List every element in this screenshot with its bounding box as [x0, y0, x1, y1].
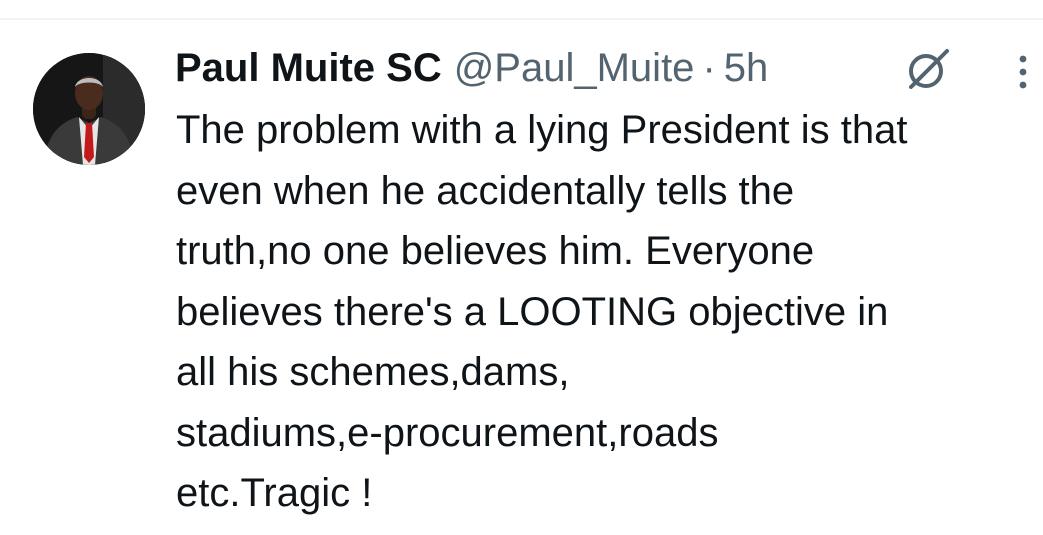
display-name[interactable]: Paul Muite SC	[175, 42, 442, 94]
tweet-text-line: truth,no one believes him. Everyone	[176, 229, 815, 273]
tweet-text-line: etc.Tragic !	[176, 471, 373, 515]
grok-icon[interactable]	[905, 46, 951, 92]
more-options-icon[interactable]	[1008, 50, 1038, 94]
timestamp[interactable]: 5h	[724, 42, 769, 94]
tweet-text-line: The problem with a lying President is th…	[176, 108, 908, 152]
tweet-text-line: even when he accidentally tells the	[176, 168, 795, 213]
separator-dot: ·	[702, 46, 716, 90]
tweet[interactable]: Paul Muite SC @Paul_Muite · 5h The probl…	[0, 20, 1043, 535]
vertical-ellipsis-icon	[1019, 55, 1027, 89]
grok-icon-glyph	[909, 49, 949, 89]
tweet-text-line: stadiums,e-procurement,roads	[176, 410, 719, 455]
tweet-text-line: believes there's a LOOTING objective in	[176, 289, 889, 334]
tweet-header: Paul Muite SC @Paul_Muite · 5h	[175, 42, 768, 94]
handle[interactable]: @Paul_Muite	[454, 42, 695, 94]
tweet-text: The problem with a lying President is th…	[176, 100, 1038, 524]
tweet-text-line: all his schemes,dams,	[176, 350, 570, 394]
profile-photo	[33, 53, 145, 165]
avatar[interactable]	[33, 53, 145, 165]
